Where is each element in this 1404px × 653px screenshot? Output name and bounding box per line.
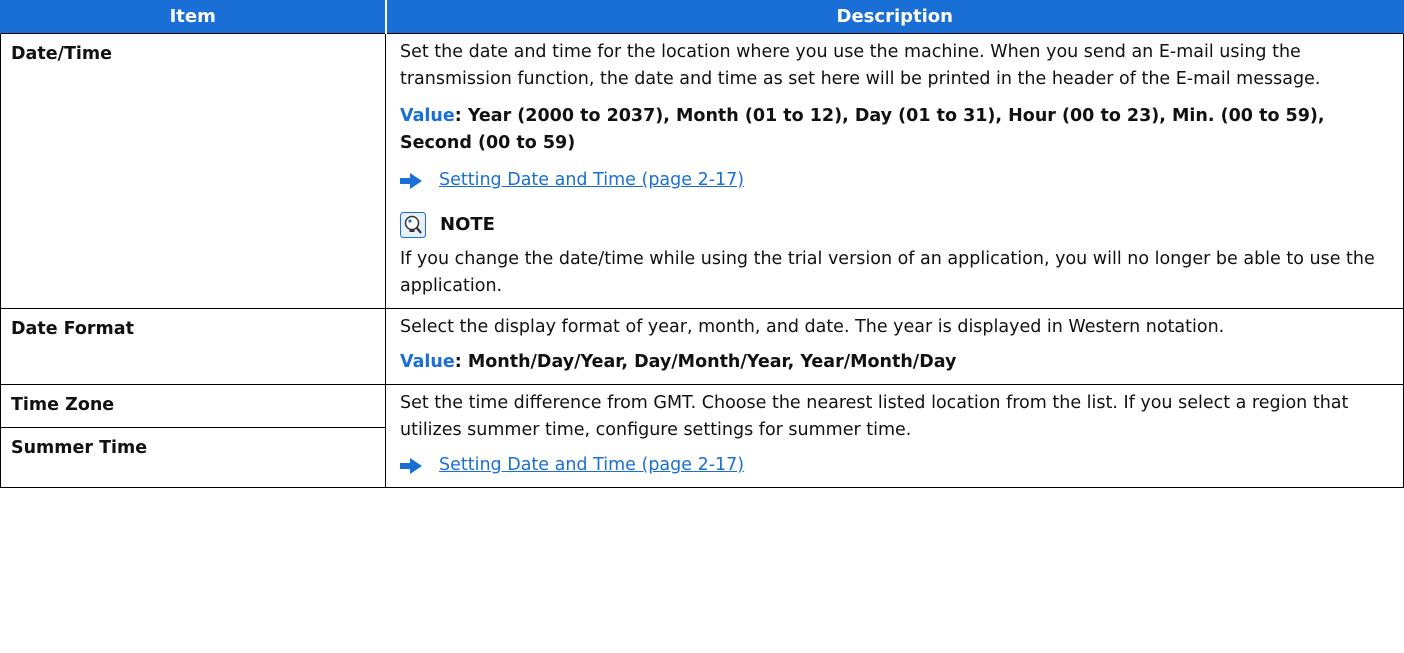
note-title: NOTE (440, 214, 495, 235)
value-label: Value (400, 106, 455, 126)
description-text: Set the date and time for the location w… (400, 42, 1321, 89)
reference-link-row: Setting Date and Time (page 2-17) (400, 167, 1389, 194)
table-row-date-format: Date Format Select the display format of… (0, 308, 1404, 385)
value-label: Value (400, 352, 455, 372)
value-line: Value: Year (2000 to 2037), Month (01 to… (400, 103, 1389, 157)
column-header-item: Item (0, 0, 386, 34)
setting-date-time-link[interactable]: Setting Date and Time (page 2-17) (439, 452, 744, 479)
settings-table: Item Description Date/Time Set the date … (0, 0, 1404, 488)
right-arrow-icon (400, 457, 422, 474)
item-date-format: Date Format (0, 308, 386, 385)
description-date-format: Select the display format of year, month… (385, 308, 1404, 385)
item-summer-time: Summer Time (1, 427, 385, 475)
description-text: Set the time difference from GMT. Choose… (400, 393, 1349, 440)
description-text: Select the display format of year, month… (400, 317, 1225, 337)
note-heading: NOTE (400, 211, 1389, 238)
table-row-time-zone: Time Zone Summer Time Set the time diffe… (0, 384, 1404, 488)
table-header-row: Item Description (0, 0, 1404, 34)
reference-link-row: Setting Date and Time (page 2-17) (400, 452, 1389, 479)
note-icon (400, 211, 426, 238)
right-arrow-icon (400, 172, 422, 189)
table-row-date-time: Date/Time Set the date and time for the … (0, 33, 1404, 309)
item-date-time: Date/Time (0, 33, 386, 309)
note-text: If you change the date/time while using … (400, 249, 1375, 296)
value-text: : Year (2000 to 2037), Month (01 to 12),… (400, 106, 1325, 153)
value-text: : Month/Day/Year, Day/Month/Year, Year/M… (454, 352, 957, 372)
description-date-time: Set the date and time for the location w… (385, 33, 1404, 309)
item-time-zone-summer-time: Time Zone Summer Time (0, 384, 386, 488)
column-header-description: Description (384, 0, 1404, 34)
description-time-zone: Set the time difference from GMT. Choose… (385, 384, 1404, 488)
value-line: Value: Month/Day/Year, Day/Month/Year, Y… (400, 349, 1389, 376)
item-time-zone: Time Zone (11, 395, 115, 415)
setting-date-time-link[interactable]: Setting Date and Time (page 2-17) (439, 167, 744, 194)
